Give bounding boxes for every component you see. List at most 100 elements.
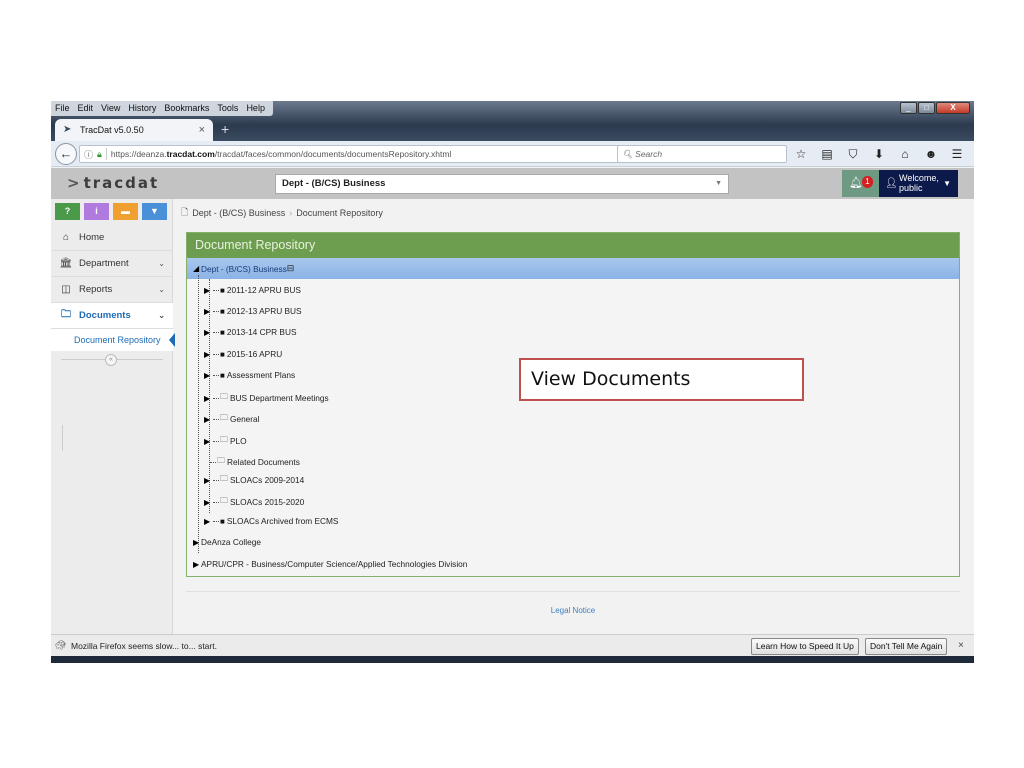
tracdat-logo[interactable]: > tracdat [67,174,159,192]
chevron-down-icon: ⌄ [158,311,165,320]
tree-node-folder[interactable]: ▶ ■ 2013-14 CPR BUS [204,327,296,337]
breadcrumb-item: Document Repository [296,208,383,218]
minimize-button[interactable]: _ [900,102,917,114]
tree-node-folder[interactable]: ▶ ■ 2011-12 APRU BUS [204,285,301,295]
expand-triangle-icon[interactable]: ▶ [204,371,212,380]
tree-node-folder[interactable]: ▶ 🗀 BUS Department Meetings [204,391,329,405]
columns-icon: ◫ [61,284,71,295]
welcome-text: Welcome, public [899,173,939,193]
folder-filled-icon: ■ [220,285,225,295]
tree-node-folder[interactable]: ▶ ■ Assessment Plans [204,370,295,380]
tree-node-folder[interactable]: ▶ ■ SLOACs Archived from ECMS [204,516,338,526]
department-select[interactable]: Dept - (B/CS) Business ▼ [275,174,729,194]
sidebar-item-home[interactable]: ⌂ Home [51,225,173,251]
tree-connector [213,479,219,481]
browser-tab[interactable]: ➤ TracDat v5.0.50 × [55,119,213,141]
info-button[interactable]: i [84,203,109,220]
tree-node-root[interactable]: ◢ Dept - (B/CS) Business ⊟ [193,263,294,274]
expanded-triangle-icon[interactable]: ◢ [193,264,201,273]
new-tab-button[interactable]: + [221,121,229,137]
sidebar-item-label: Home [79,232,105,243]
sidebar-item-documents[interactable]: 🗀 Documents ⌄ [51,303,173,329]
smiley-icon[interactable]: ☻ [923,145,939,163]
expand-triangle-icon[interactable]: ▶ [204,476,212,485]
back-button[interactable]: ← [55,143,77,165]
info-icon[interactable]: ⓘ [84,148,93,161]
filter-button[interactable]: ▼ [142,203,167,220]
user-menu-button[interactable]: 👤︎ Welcome, public ▼ [879,170,958,197]
home-icon: ⌂ [62,232,70,243]
window-controls: _ □ X [900,102,970,114]
tree-connector [213,310,219,312]
sidebar-item-department[interactable]: 🏛︎ Department ⌄ [51,251,173,277]
sidebar-subitem-document-repository[interactable]: Document Repository [51,329,175,351]
expand-triangle-icon[interactable]: ▶ [204,286,212,295]
breadcrumb-item[interactable]: Dept - (B/CS) Business [192,208,285,218]
expand-triangle-icon[interactable]: ▶ [204,517,212,526]
hamburger-menu-icon[interactable]: ☰ [949,145,965,163]
welcome-line: Welcome, [899,173,939,183]
bank-icon: 🏛︎ [59,258,73,269]
tree-connector [213,501,219,503]
expand-triangle-icon[interactable]: ▶ [204,350,212,359]
browser-toolbar-icons: ☆ ▤ ⛉ ⬇ ⌂ ☻ ☰ [793,145,965,163]
page-icon: 🗋 [181,207,189,217]
expand-triangle-icon[interactable]: ▶ [204,415,212,424]
card-button[interactable]: ▬ [113,203,138,220]
legal-notice-link[interactable]: Legal Notice [51,606,974,615]
tree-node-folder[interactable]: 🗀 Related Documents [209,455,300,469]
sidebar-item-reports[interactable]: ◫ Reports ⌄ [51,277,173,303]
expand-triangle-icon[interactable]: ▶ [204,307,212,316]
menu-edit[interactable]: Edit [74,101,98,116]
menu-history[interactable]: History [124,101,160,116]
expand-triangle-icon[interactable]: ▶ [193,560,201,569]
expand-triangle-icon[interactable]: ▶ [204,394,212,403]
menu-help[interactable]: Help [242,101,269,116]
tree-node-label: SLOACs Archived from ECMS [226,516,339,526]
maximize-button[interactable]: □ [918,102,935,114]
dont-tell-again-button[interactable]: Don't Tell Me Again [865,638,948,655]
url-bar[interactable]: ⓘ 🔒︎ https://deanza. tracdat.com/tracdat/… [79,145,639,163]
close-notification-icon[interactable]: × [958,640,964,651]
sidebar-item-label: Documents [79,310,131,321]
collapse-box-icon[interactable]: ⊟ [287,263,295,274]
expand-triangle-icon[interactable]: ▶ [204,498,212,507]
menu-tools[interactable]: Tools [213,101,242,116]
pocket-icon[interactable]: ⛉ [845,145,861,163]
expand-triangle-icon[interactable]: ▶ [204,328,212,337]
tab-close-icon[interactable]: × [199,124,205,136]
tree-connector [213,397,219,399]
logo-text: tracdat [83,174,160,192]
tree-connector [213,353,219,355]
download-icon[interactable]: ⬇ [871,145,887,163]
browser-titlebar: File Edit View History Bookmarks Tools H… [51,101,974,141]
tree-node-folder[interactable]: ▶ 🗀 SLOACs 2009-2014 [204,473,304,487]
tree-node-folder[interactable]: ▶ 🗀 PLO [204,434,247,448]
department-select-value: Dept - (B/CS) Business [282,178,386,189]
notifications-button[interactable]: 🔔︎ 1 [842,170,879,197]
expand-triangle-icon[interactable]: ▶ [193,538,201,547]
reading-list-icon[interactable]: ▤ [819,145,835,163]
folder-outline-icon: 🗀 [220,474,228,483]
bookmark-star-icon[interactable]: ☆ [793,145,809,163]
tree-node-label: APRU/CPR - Business/Computer Science/App… [201,559,468,569]
tree-root-row[interactable] [187,258,959,279]
menu-file[interactable]: File [51,101,74,116]
folder-outline-icon: 🗀 [220,413,228,422]
learn-speed-button[interactable]: Learn How to Speed It Up [751,638,859,655]
menu-bookmarks[interactable]: Bookmarks [160,101,213,116]
home-icon[interactable]: ⌂ [897,145,913,163]
tree-node-folder[interactable]: ▶ ■ 2012-13 APRU BUS [204,306,302,316]
tree-node-folder[interactable]: ▶ 🗀 General [204,412,260,426]
tree-node-top[interactable]: ▶ APRU/CPR - Business/Computer Science/Ap… [193,559,467,569]
help-button[interactable]: ? [55,203,80,220]
tree-node-top[interactable]: ▶ DeAnza College [193,537,261,547]
notification-badge: 1 [862,176,873,188]
close-window-button[interactable]: X [936,102,970,114]
tree-node-folder[interactable]: ▶ 🗀 SLOACs 2015-2020 [204,495,304,509]
collapse-sidebar-button[interactable]: « [105,354,117,366]
expand-triangle-icon[interactable]: ▶ [204,437,212,446]
search-input[interactable]: 🔍︎ Search [617,145,787,163]
tree-node-folder[interactable]: ▶ ■ 2015-16 APRU [204,349,282,359]
menu-view[interactable]: View [97,101,124,116]
